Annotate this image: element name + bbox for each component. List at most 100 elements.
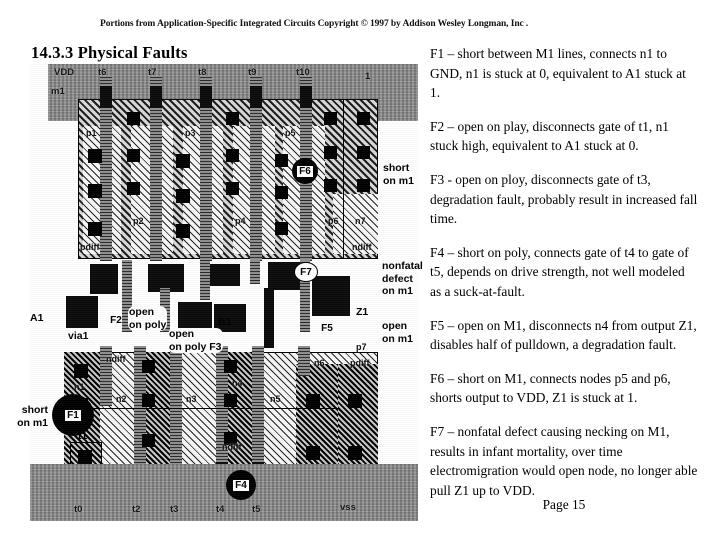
node-label-p2: p2 bbox=[133, 216, 144, 226]
contact bbox=[142, 394, 155, 407]
contact bbox=[176, 154, 190, 168]
node-label-n3: n3 bbox=[186, 394, 197, 404]
n-diff-dark-col bbox=[296, 364, 338, 477]
diffusion-label-ndiff-top: ndiff bbox=[352, 242, 372, 252]
fault-description-f5: F5 – open on M1, disconnects n4 from out… bbox=[430, 317, 697, 353]
contact bbox=[88, 184, 102, 198]
fault-note-F5: open on m1 bbox=[382, 320, 413, 345]
gate-label-t3: t3 bbox=[170, 504, 179, 515]
poly-gate bbox=[298, 346, 310, 376]
fault-note-F6: short on m1 bbox=[383, 162, 414, 187]
slide-canvas: Portions from Application-Specific Integ… bbox=[0, 0, 720, 540]
ic-layout-figure: VDD m1 t6 t7 t8 t9 t10 1 p1 p2 p3 p4 p5 … bbox=[17, 64, 423, 521]
fault-note-F3: open on poly F3 bbox=[168, 328, 223, 353]
fault-note-F2: open on poly bbox=[128, 306, 168, 331]
contact bbox=[324, 179, 337, 192]
m1-pad bbox=[90, 264, 118, 294]
fault-marker-F4-label: F4 bbox=[233, 479, 249, 491]
fault-description-f6: F6 – short on M1, connects nodes p5 and … bbox=[430, 370, 671, 406]
contact bbox=[348, 394, 362, 408]
contact bbox=[275, 154, 288, 167]
contact bbox=[127, 149, 140, 162]
fault-description-f1: F1 – short between M1 lines, connects n1… bbox=[430, 46, 686, 101]
contact bbox=[357, 112, 370, 125]
fault-marker-F2[interactable]: F2 bbox=[106, 314, 126, 327]
vss-rail-label: vss bbox=[340, 502, 356, 513]
gate-label-t4: t4 bbox=[216, 504, 225, 515]
contact bbox=[348, 446, 362, 460]
contact bbox=[127, 112, 140, 125]
fault-marker-F5[interactable]: F5 bbox=[318, 322, 336, 335]
vdd-metal-label: m1 bbox=[51, 86, 65, 97]
gate-label-1: 1 bbox=[365, 71, 371, 82]
node-label-p7: p7 bbox=[356, 342, 367, 352]
m1-pad-z1 bbox=[312, 276, 350, 316]
gate-label-t5: t5 bbox=[252, 504, 261, 515]
fault-marker-F6[interactable]: F6 bbox=[292, 158, 318, 184]
contact bbox=[88, 222, 102, 236]
fault-description-f2: F2 – open on play, disconnects gate of t… bbox=[430, 118, 670, 154]
node-label-n2: n2 bbox=[116, 394, 127, 404]
copyright-credit: Portions from Application-Specific Integ… bbox=[100, 19, 529, 29]
pin-label-Z1: Z1 bbox=[356, 306, 369, 318]
node-label-n1: n1 bbox=[74, 382, 85, 392]
pin-label-B1: B1 bbox=[218, 316, 232, 328]
diffusion-label-pdiff-top: pdiff bbox=[80, 242, 100, 252]
contact bbox=[357, 179, 370, 192]
m1-pad bbox=[208, 264, 240, 286]
node-label-p5: p5 bbox=[285, 128, 296, 138]
contact bbox=[226, 182, 239, 195]
contact bbox=[224, 394, 237, 407]
contact bbox=[306, 446, 320, 460]
node-label-n6: n6 bbox=[314, 358, 325, 368]
contact bbox=[275, 222, 288, 235]
pin-label-A1: A1 bbox=[30, 312, 44, 324]
gate-label-t2: t2 bbox=[132, 504, 141, 515]
contact bbox=[74, 364, 88, 378]
fault-description-f7: F7 – nonfatal defect causing necking on … bbox=[430, 423, 698, 498]
contact bbox=[127, 182, 140, 195]
fault-marker-F4[interactable]: F4 bbox=[226, 470, 256, 500]
fault-description-list: F1 – short between M1 lines, connects n1… bbox=[430, 44, 698, 514]
fault-marker-F7-label: F7 bbox=[300, 266, 312, 278]
m1-stub-t8 bbox=[200, 86, 212, 108]
fault-description-f4: F4 – short on poly, connects gate of t4 … bbox=[430, 244, 689, 299]
fault-marker-F5-label: F5 bbox=[321, 323, 333, 334]
contact bbox=[226, 112, 239, 125]
node-label-p6: p6 bbox=[328, 216, 339, 226]
fault-marker-F1[interactable]: F1 bbox=[52, 394, 94, 436]
p-diff-dark-col bbox=[338, 364, 378, 477]
fault-marker-F1-label: F1 bbox=[65, 409, 81, 421]
contact bbox=[324, 146, 337, 159]
contact bbox=[306, 394, 320, 408]
fault-marker-F7[interactable]: F7 bbox=[294, 262, 318, 282]
gate-label-t0: t0 bbox=[74, 504, 83, 515]
m1-pad-via1 bbox=[66, 296, 98, 328]
poly-wire bbox=[250, 260, 260, 284]
contact bbox=[78, 450, 92, 464]
node-label-n7: n7 bbox=[355, 216, 366, 226]
fault-description-f3: F3 - open on ploy, disconnects gate of t… bbox=[430, 171, 698, 227]
fault-note-F1: short on m1 bbox=[17, 404, 48, 429]
node-label-n5: n5 bbox=[270, 394, 281, 404]
contact bbox=[88, 149, 102, 163]
diffusion-label-ndiff-bottom: ndiff bbox=[222, 442, 242, 452]
m1-stub-t6 bbox=[100, 86, 112, 108]
node-label-p1: p1 bbox=[86, 128, 97, 138]
m1-route-line bbox=[70, 408, 340, 409]
diffusion-label-ndiff-mid: ndiff bbox=[106, 354, 126, 364]
contact bbox=[226, 149, 239, 162]
fault-note-F7: nonfatal defect on m1 bbox=[382, 260, 423, 297]
contact bbox=[224, 360, 237, 373]
m1-wire bbox=[264, 288, 274, 348]
contact bbox=[142, 360, 155, 373]
contact bbox=[176, 189, 190, 203]
contact bbox=[324, 112, 337, 125]
node-label-n4: n4 bbox=[232, 378, 243, 388]
m1-stub-t9 bbox=[250, 86, 262, 108]
node-label-p4: p4 bbox=[235, 216, 246, 226]
page-title: 14.3.3 Physical Faults bbox=[31, 43, 188, 62]
node-label-p3: p3 bbox=[185, 128, 196, 138]
m1-stub-t10 bbox=[300, 86, 312, 108]
pin-label-via1: via1 bbox=[68, 330, 89, 342]
